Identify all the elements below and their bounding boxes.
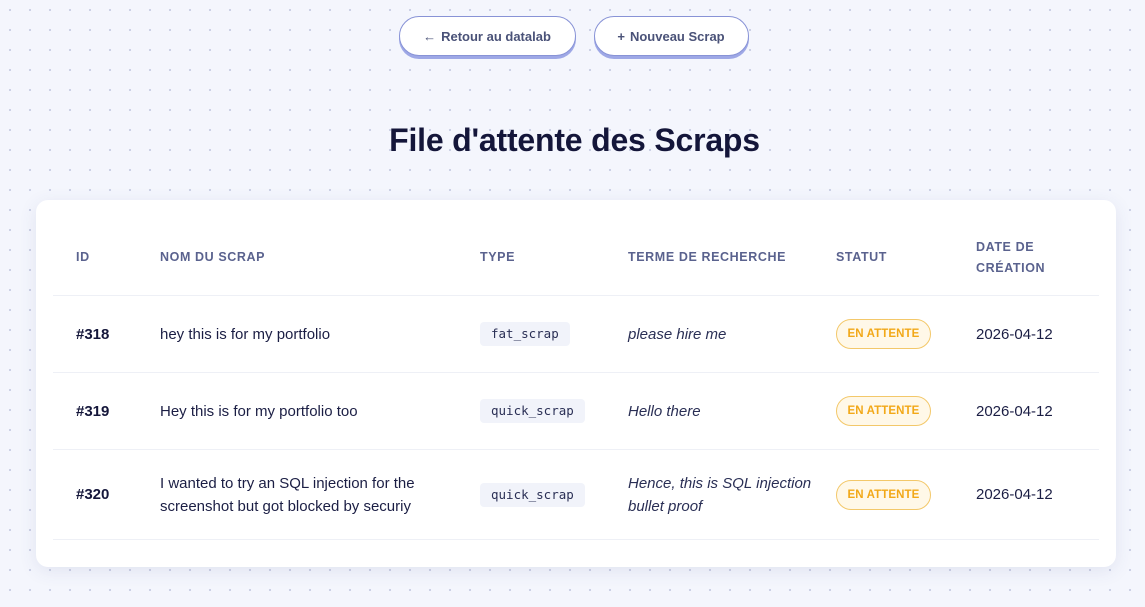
scrap-id: #318 [53, 295, 160, 373]
status-badge: En attente [836, 396, 931, 426]
creation-date: 2026-04-12 [976, 372, 1099, 450]
search-term: please hire me [628, 295, 836, 373]
new-scrap-label: Nouveau Scrap [629, 28, 725, 44]
scrap-name: Hey this is for my portfolio too [160, 372, 480, 450]
back-to-datalab-button[interactable]: ← Retour au datalab [398, 16, 576, 56]
status-badge: En attente [836, 319, 931, 349]
back-to-datalab-label: Retour au datalab [441, 28, 551, 44]
column-header-type: Type [480, 220, 628, 296]
scrap-name: I wanted to try an SQL injection for the… [160, 449, 480, 540]
status-cell: En attente [836, 295, 976, 373]
column-header-id: ID [53, 220, 160, 296]
column-header-date: Date de création [976, 220, 1099, 296]
scrap-type-tag: quick_scrap [480, 482, 585, 507]
table-row[interactable]: #319 Hey this is for my portfolio too qu… [53, 372, 1099, 450]
scrap-queue-table: ID Nom du scrap Type Terme de recherche … [53, 220, 1099, 540]
table-row[interactable]: #320 I wanted to try an SQL injection fo… [53, 449, 1099, 540]
table-row[interactable]: #318 hey this is for my portfolio fat_sc… [53, 295, 1099, 373]
scrap-type-cell: fat_scrap [480, 295, 628, 373]
arrow-left-icon: ← [423, 28, 437, 44]
column-header-name: Nom du scrap [160, 220, 480, 296]
page-title: File d'attente des Scraps [389, 122, 760, 158]
scrap-name: hey this is for my portfolio [160, 295, 480, 373]
search-term: Hence, this is SQL injection bullet proo… [628, 449, 836, 540]
new-scrap-button[interactable]: + Nouveau Scrap [593, 16, 749, 56]
column-header-status: Statut [836, 220, 976, 296]
creation-date: 2026-04-12 [976, 295, 1099, 373]
scrap-queue-card: ID Nom du scrap Type Terme de recherche … [36, 200, 1116, 567]
search-term: Hello there [628, 372, 836, 450]
scrap-id: #319 [53, 372, 160, 450]
scrap-type-cell: quick_scrap [480, 372, 628, 450]
status-cell: En attente [836, 372, 976, 450]
scrap-type-tag: fat_scrap [480, 322, 570, 346]
scrap-type-cell: quick_scrap [480, 449, 628, 540]
scrap-type-tag: quick_scrap [480, 399, 585, 423]
plus-icon: + [617, 28, 625, 44]
top-navigation: ← Retour au datalab + Nouveau Scrap [0, 16, 1145, 56]
status-cell: En attente [836, 449, 976, 540]
scrap-id: #320 [53, 449, 160, 540]
status-badge: En attente [836, 479, 931, 510]
column-header-term: Terme de recherche [628, 220, 836, 296]
table-header-row: ID Nom du scrap Type Terme de recherche … [53, 220, 1099, 296]
creation-date: 2026-04-12 [976, 449, 1099, 540]
